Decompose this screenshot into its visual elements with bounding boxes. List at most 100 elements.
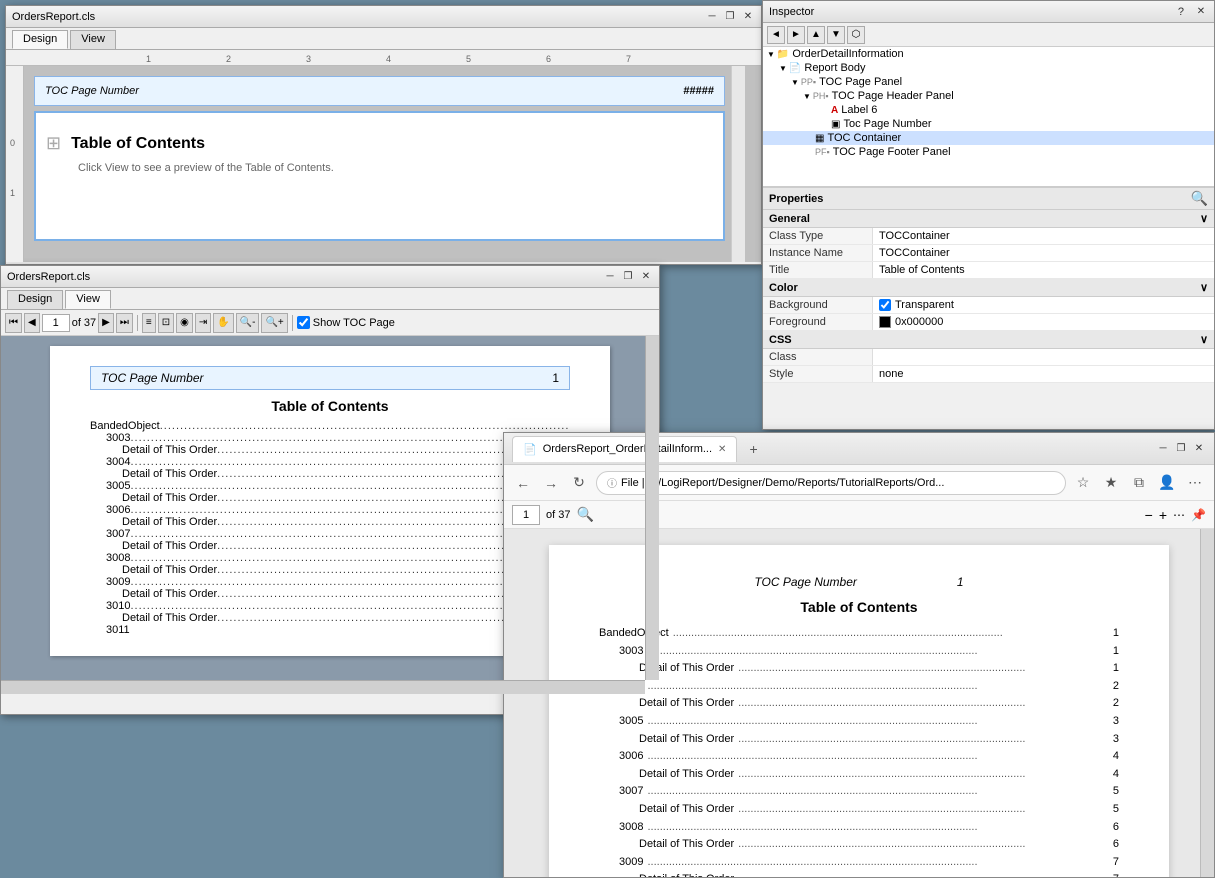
bookmark2-btn[interactable]: ★ — [1100, 472, 1122, 494]
general-section-header[interactable]: General ∨ — [763, 210, 1214, 228]
design-window-title: OrdersReport.cls — [12, 11, 95, 23]
menu-btn[interactable]: ⋯ — [1184, 472, 1206, 494]
bg-checkbox[interactable] — [879, 299, 891, 311]
general-rows: Class Type TOCContainer Instance Name TO… — [763, 228, 1214, 279]
tree-item-tocfooterpanel[interactable]: PF▪ TOC Page Footer Panel — [763, 145, 1214, 159]
view-vscrollbar[interactable] — [645, 336, 659, 680]
refresh-btn[interactable]: ↻ — [568, 472, 590, 494]
browser-pin-btn[interactable]: 📌 — [1191, 508, 1206, 522]
browser-tab-active[interactable]: 📄 OrdersReport_OrderDetailInform... ✕ — [512, 436, 737, 462]
folder-icon-0: 📁 — [777, 49, 789, 60]
tree-item-tocpagepanel[interactable]: ▼ PP▪ TOC Page Panel — [763, 75, 1214, 89]
view-close-btn[interactable]: ✕ — [639, 270, 653, 284]
insp-nav-right[interactable]: ► — [787, 26, 805, 44]
zoom-in-btn[interactable]: 🔍+ — [261, 313, 287, 333]
fg-color-swatch — [879, 316, 891, 328]
back-btn[interactable]: ← — [512, 472, 534, 494]
forward-btn[interactable]: → — [540, 472, 562, 494]
browser-minimize[interactable]: ─ — [1156, 442, 1170, 456]
browser-zoom-out-btn[interactable]: − — [1145, 507, 1153, 523]
tree-item-tocpagenum[interactable]: ▣ Toc Page Number — [763, 117, 1214, 131]
tree-label-2: TOC Page Panel — [819, 76, 902, 88]
view-btn-4[interactable]: ⇥ — [195, 313, 211, 333]
browser-toc-title: Table of Contents — [599, 599, 1119, 615]
svg-text:1: 1 — [146, 54, 151, 64]
insp-btn-5[interactable]: ⬡ — [847, 26, 865, 44]
show-toc-label[interactable]: Show TOC Page — [297, 316, 395, 329]
color-section-header[interactable]: Color ∨ — [763, 279, 1214, 297]
tab-close-btn[interactable]: ✕ — [718, 444, 726, 455]
close-button[interactable]: ✕ — [741, 10, 755, 24]
b-entry-3005: 3005 ...................................… — [599, 713, 1119, 731]
browser-search-btn[interactable]: 🔍 — [576, 506, 593, 523]
nav-next-btn[interactable]: ▶ — [98, 313, 114, 333]
nav-last-btn[interactable]: ⏭ — [116, 313, 133, 333]
b-page-detail-7: 7 — [1113, 871, 1119, 877]
insp-nav-left[interactable]: ◄ — [767, 26, 785, 44]
help-btn[interactable]: ? — [1178, 6, 1184, 18]
insp-nav-down[interactable]: ▼ — [827, 26, 845, 44]
insp-nav-up[interactable]: ▲ — [807, 26, 825, 44]
tree-label-7: TOC Page Footer Panel — [833, 146, 951, 158]
tree-item-orderdetail[interactable]: ▼ 📁 OrderDetailInformation — [763, 47, 1214, 61]
browser-zoom-in-btn[interactable]: + — [1159, 507, 1167, 523]
prop-fg-value: 0x000000 — [873, 314, 1214, 330]
browser-vscrollbar[interactable] — [1200, 529, 1214, 877]
browser-restore[interactable]: ❐ — [1174, 442, 1188, 456]
design-window-controls: ─ ❐ ✕ — [705, 10, 755, 24]
browser-page-content: TOC Page Number 1 Table of Contents Band… — [549, 545, 1169, 877]
b-page-detail-4: 4 — [1113, 766, 1119, 784]
restore-button[interactable]: ❐ — [723, 10, 737, 24]
tree-item-tocheaderpanel[interactable]: ▼ PH▪ TOC Page Header Panel — [763, 89, 1214, 103]
copy-btn[interactable]: ⧉ — [1128, 472, 1150, 494]
view-tab-view[interactable]: View — [65, 290, 111, 309]
minimize-button[interactable]: ─ — [705, 10, 719, 24]
b-dots-3007: ........................................… — [643, 783, 1112, 801]
view-btn-5[interactable]: ✋ — [213, 313, 233, 333]
prop-style: Style none — [763, 366, 1214, 383]
new-tab-btn[interactable]: + — [741, 437, 765, 461]
nav-first-btn[interactable]: ⏮ — [5, 313, 22, 333]
b-entry-detail-3: Detail of This Order ...................… — [599, 731, 1119, 749]
tab-view[interactable]: View — [70, 30, 116, 49]
b-label-3009: 3009 — [619, 854, 643, 872]
b-dots-detail-5: ........................................… — [734, 801, 1113, 819]
zoom-out-btn[interactable]: 🔍- — [236, 313, 260, 333]
profile-btn[interactable]: 👤 — [1156, 472, 1178, 494]
A-icon-4: A — [831, 105, 838, 116]
tree-item-reportbody[interactable]: ▼ 📄 Report Body — [763, 61, 1214, 75]
show-toc-checkbox[interactable] — [297, 316, 310, 329]
b-page-banded: 1 — [1113, 625, 1119, 643]
bookmark-btn[interactable]: ☆ — [1072, 472, 1094, 494]
list-view-btn[interactable]: ≡ — [142, 313, 156, 333]
address-bar[interactable]: ⓘ File | E:/LogiReport/Designer/Demo/Rep… — [596, 471, 1066, 495]
view-btn-3[interactable]: ◉ — [176, 313, 193, 333]
view-restore-btn[interactable]: ❐ — [621, 270, 635, 284]
css-section-header[interactable]: CSS ∨ — [763, 331, 1214, 349]
nav-prev-btn[interactable]: ◀ — [24, 313, 40, 333]
browser-toc-page-num: 1 — [957, 575, 964, 589]
view-minimize-btn[interactable]: ─ — [603, 270, 617, 284]
tab-design[interactable]: Design — [12, 30, 68, 49]
b-dots-3008: ........................................… — [643, 819, 1112, 837]
prop-title: Title Table of Contents — [763, 262, 1214, 279]
page-number-input[interactable] — [42, 314, 70, 332]
view-tab-design[interactable]: Design — [7, 290, 63, 309]
page-view-btn[interactable]: ⊡ — [158, 313, 174, 333]
properties-search-icon[interactable]: 🔍 — [1191, 190, 1208, 207]
browser-more-btn[interactable]: ⋯ — [1173, 508, 1185, 522]
vertical-scrollbar[interactable] — [731, 66, 745, 262]
toc-subtitle: Click View to see a preview of the Table… — [36, 158, 723, 174]
b-entry-banded: BandedObject ...........................… — [599, 625, 1119, 643]
expand-icon-2[interactable]: ▼ — [791, 78, 799, 87]
browser-page-input[interactable] — [512, 505, 540, 525]
tree-item-toccontainer[interactable]: ▦ TOC Container — [763, 131, 1214, 145]
expand-icon-0[interactable]: ▼ — [767, 50, 775, 59]
inspector-close-btn[interactable]: ✕ — [1194, 5, 1208, 19]
view-hscrollbar[interactable] — [1, 680, 645, 694]
expand-icon-1[interactable]: ▼ — [779, 64, 787, 73]
tree-item-label6[interactable]: A Label 6 — [763, 103, 1214, 117]
browser-close[interactable]: ✕ — [1192, 442, 1206, 456]
expand-icon-3[interactable]: ▼ — [803, 92, 811, 101]
b-label-detail-6: Detail of This Order — [639, 836, 734, 854]
